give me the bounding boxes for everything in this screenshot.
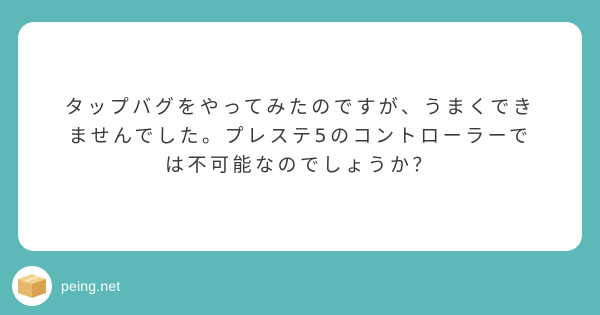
question-card: タップバグをやってみたのですが、うまくでき ませんでした。プレステ5のコントロー… (18, 22, 582, 251)
box-icon (18, 274, 46, 298)
question-text: タップバグをやってみたのですが、うまくでき ませんでした。プレステ5のコントロー… (64, 96, 536, 176)
site-name[interactable]: peing.net (61, 278, 120, 294)
footer: peing.net (12, 266, 120, 306)
peing-logo[interactable] (12, 266, 52, 306)
